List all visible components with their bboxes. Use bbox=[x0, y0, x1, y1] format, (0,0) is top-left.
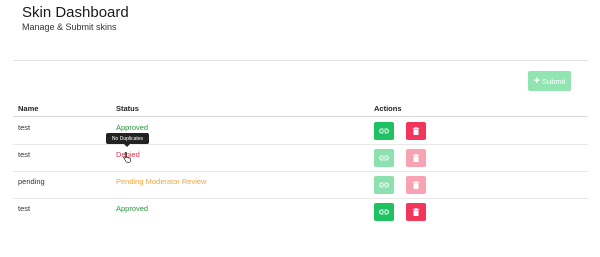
column-header-status: Status bbox=[116, 104, 139, 113]
trash-icon bbox=[412, 181, 420, 189]
page-title: Skin Dashboard bbox=[22, 4, 129, 21]
plus-icon: + bbox=[533, 74, 541, 87]
link-icon bbox=[379, 128, 389, 134]
link-icon bbox=[379, 155, 389, 161]
header-divider bbox=[13, 60, 588, 61]
row-status: Pending Moderator Review bbox=[116, 177, 207, 186]
link-button[interactable] bbox=[374, 149, 394, 167]
delete-button[interactable] bbox=[406, 122, 426, 140]
column-header-name: Name bbox=[18, 104, 39, 113]
row-status: Approved bbox=[116, 204, 149, 213]
row-divider bbox=[13, 198, 588, 199]
column-header-actions: Actions bbox=[374, 104, 402, 113]
submit-label: Submit bbox=[542, 76, 566, 86]
link-button[interactable] bbox=[374, 176, 394, 194]
trash-icon bbox=[412, 127, 420, 135]
delete-button[interactable] bbox=[406, 149, 426, 167]
row-name: test bbox=[18, 123, 31, 132]
trash-icon bbox=[412, 154, 420, 162]
row-name: pending bbox=[18, 177, 45, 186]
row-status: Approved bbox=[116, 123, 149, 132]
pointer-cursor-icon bbox=[123, 152, 131, 163]
submit-button[interactable]: + Submit bbox=[528, 71, 571, 91]
link-button[interactable] bbox=[374, 122, 394, 140]
delete-button[interactable] bbox=[406, 176, 426, 194]
link-button[interactable] bbox=[374, 203, 394, 221]
status-tooltip: No Duplicates bbox=[106, 133, 149, 147]
page-subtitle: Manage & Submit skins bbox=[22, 22, 117, 32]
link-icon bbox=[379, 182, 389, 188]
trash-icon bbox=[412, 208, 420, 216]
delete-button[interactable] bbox=[406, 203, 426, 221]
link-icon bbox=[379, 209, 389, 215]
row-name: test bbox=[18, 204, 31, 213]
table-header-divider bbox=[13, 116, 588, 117]
row-name: test bbox=[18, 150, 31, 159]
row-divider bbox=[13, 144, 588, 145]
row-divider bbox=[13, 171, 588, 172]
